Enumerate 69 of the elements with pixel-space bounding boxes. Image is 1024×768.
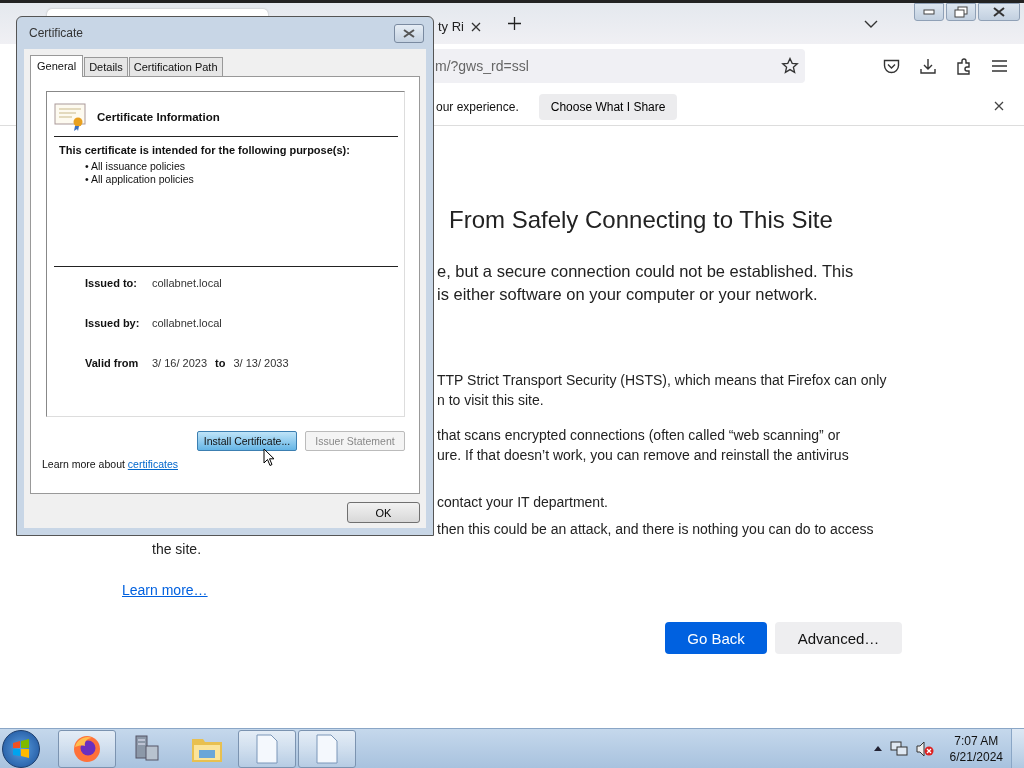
install-certificate-button[interactable]: Install Certificate... <box>197 431 297 451</box>
restore-icon[interactable] <box>954 6 968 18</box>
certificate-information-title: Certificate Information <box>97 111 220 123</box>
document-icon <box>315 733 339 764</box>
notification-text: our experience. <box>436 99 519 114</box>
issued-by-label: Issued by: <box>85 317 141 329</box>
document-icon <box>255 733 279 764</box>
close-icon[interactable] <box>403 28 415 38</box>
minimize-button[interactable] <box>914 3 944 21</box>
puzzle-icon[interactable] <box>956 57 972 75</box>
chevron-down-icon[interactable] <box>864 19 878 28</box>
dialog-tab[interactable]: General <box>30 55 84 77</box>
new-tab-icon[interactable] <box>508 17 521 30</box>
valid-from-date: 3/ 16/ 2023 <box>152 357 208 369</box>
issued-by-value: collabnet.local <box>152 317 222 329</box>
body-text: the site. <box>152 540 203 559</box>
close-icon[interactable] <box>994 101 1004 111</box>
error-heading: From Safely Connecting to This Site <box>449 206 834 234</box>
ok-button[interactable]: OK <box>347 502 420 523</box>
start-button[interactable] <box>2 729 40 768</box>
close-icon[interactable] <box>471 21 481 32</box>
body-text: TTP Strict Transport Security (HSTS), which means that Firefox can only <box>437 371 888 390</box>
learn-more-link[interactable]: Learn more… <box>122 582 208 598</box>
menu-icon[interactable] <box>992 60 1007 72</box>
star-icon[interactable] <box>781 57 799 75</box>
muted-speaker-icon[interactable] <box>915 740 934 757</box>
document-taskbar-button[interactable] <box>238 729 296 768</box>
minimize-icon[interactable] <box>923 9 935 15</box>
download-icon[interactable] <box>920 58 936 74</box>
document-taskbar-button[interactable] <box>298 729 356 768</box>
firefox-icon <box>72 733 102 764</box>
network-icon[interactable] <box>889 740 908 757</box>
browser-tab[interactable]: ty Ri <box>276 8 497 45</box>
close-icon[interactable] <box>993 7 1005 17</box>
close-button[interactable] <box>978 3 1020 21</box>
windows-logo-icon <box>11 738 31 759</box>
close-button[interactable] <box>394 23 424 43</box>
policy-item: • All application policies <box>85 173 195 186</box>
choose-what-i-share-button[interactable]: Choose What I Share <box>538 93 678 120</box>
body-text: n to visit this site. <box>437 391 545 410</box>
purpose-text: This certificate is intended for the following purpose(s): <box>59 144 351 156</box>
window-title: Certificate <box>29 26 84 40</box>
clock-date[interactable]: 6/21/2024 <box>949 748 1003 765</box>
certificates-link[interactable]: certificates <box>127 458 178 470</box>
pocket-icon[interactable] <box>883 58 900 74</box>
certificate-icon <box>54 102 86 132</box>
restore-button[interactable] <box>946 3 976 21</box>
advanced-button[interactable]: Advanced… <box>775 622 902 654</box>
cursor-icon <box>263 448 275 467</box>
learn-more-text: Learn more about <box>42 458 125 470</box>
policy-item: • All issuance policies <box>85 160 186 173</box>
issued-to-value: collabnet.local <box>152 277 222 289</box>
valid-to-date: 3/ 13/ 2033 <box>233 357 289 369</box>
dialog-tab[interactable]: Certification Path <box>128 57 223 76</box>
issued-to-label: Issued to: <box>85 277 138 289</box>
show-hidden-icons-icon[interactable] <box>873 746 882 751</box>
body-text: ure. If that doesn’t work, you can remove and reinstall the antivirus <box>437 446 850 465</box>
go-back-button[interactable]: Go Back <box>665 622 767 654</box>
intro-text: is either software on your computer or your network. <box>437 284 819 305</box>
intro-text: e, but a secure connection could not be established. This <box>437 261 855 282</box>
body-text: then this could be an attack, and there is nothing you can do to access <box>437 520 875 539</box>
server-icon <box>132 733 162 764</box>
clock-time[interactable]: 7:07 AM <box>954 732 999 749</box>
to-label: to <box>215 357 226 369</box>
dialog-tab[interactable]: Details <box>84 57 128 76</box>
body-text: contact your IT department. <box>437 493 609 512</box>
valid-from-label: Valid from <box>85 357 140 369</box>
body-text: that scans encrypted connections (often called “web scanning” or <box>437 426 842 445</box>
firefox-taskbar-button[interactable] <box>58 729 116 768</box>
